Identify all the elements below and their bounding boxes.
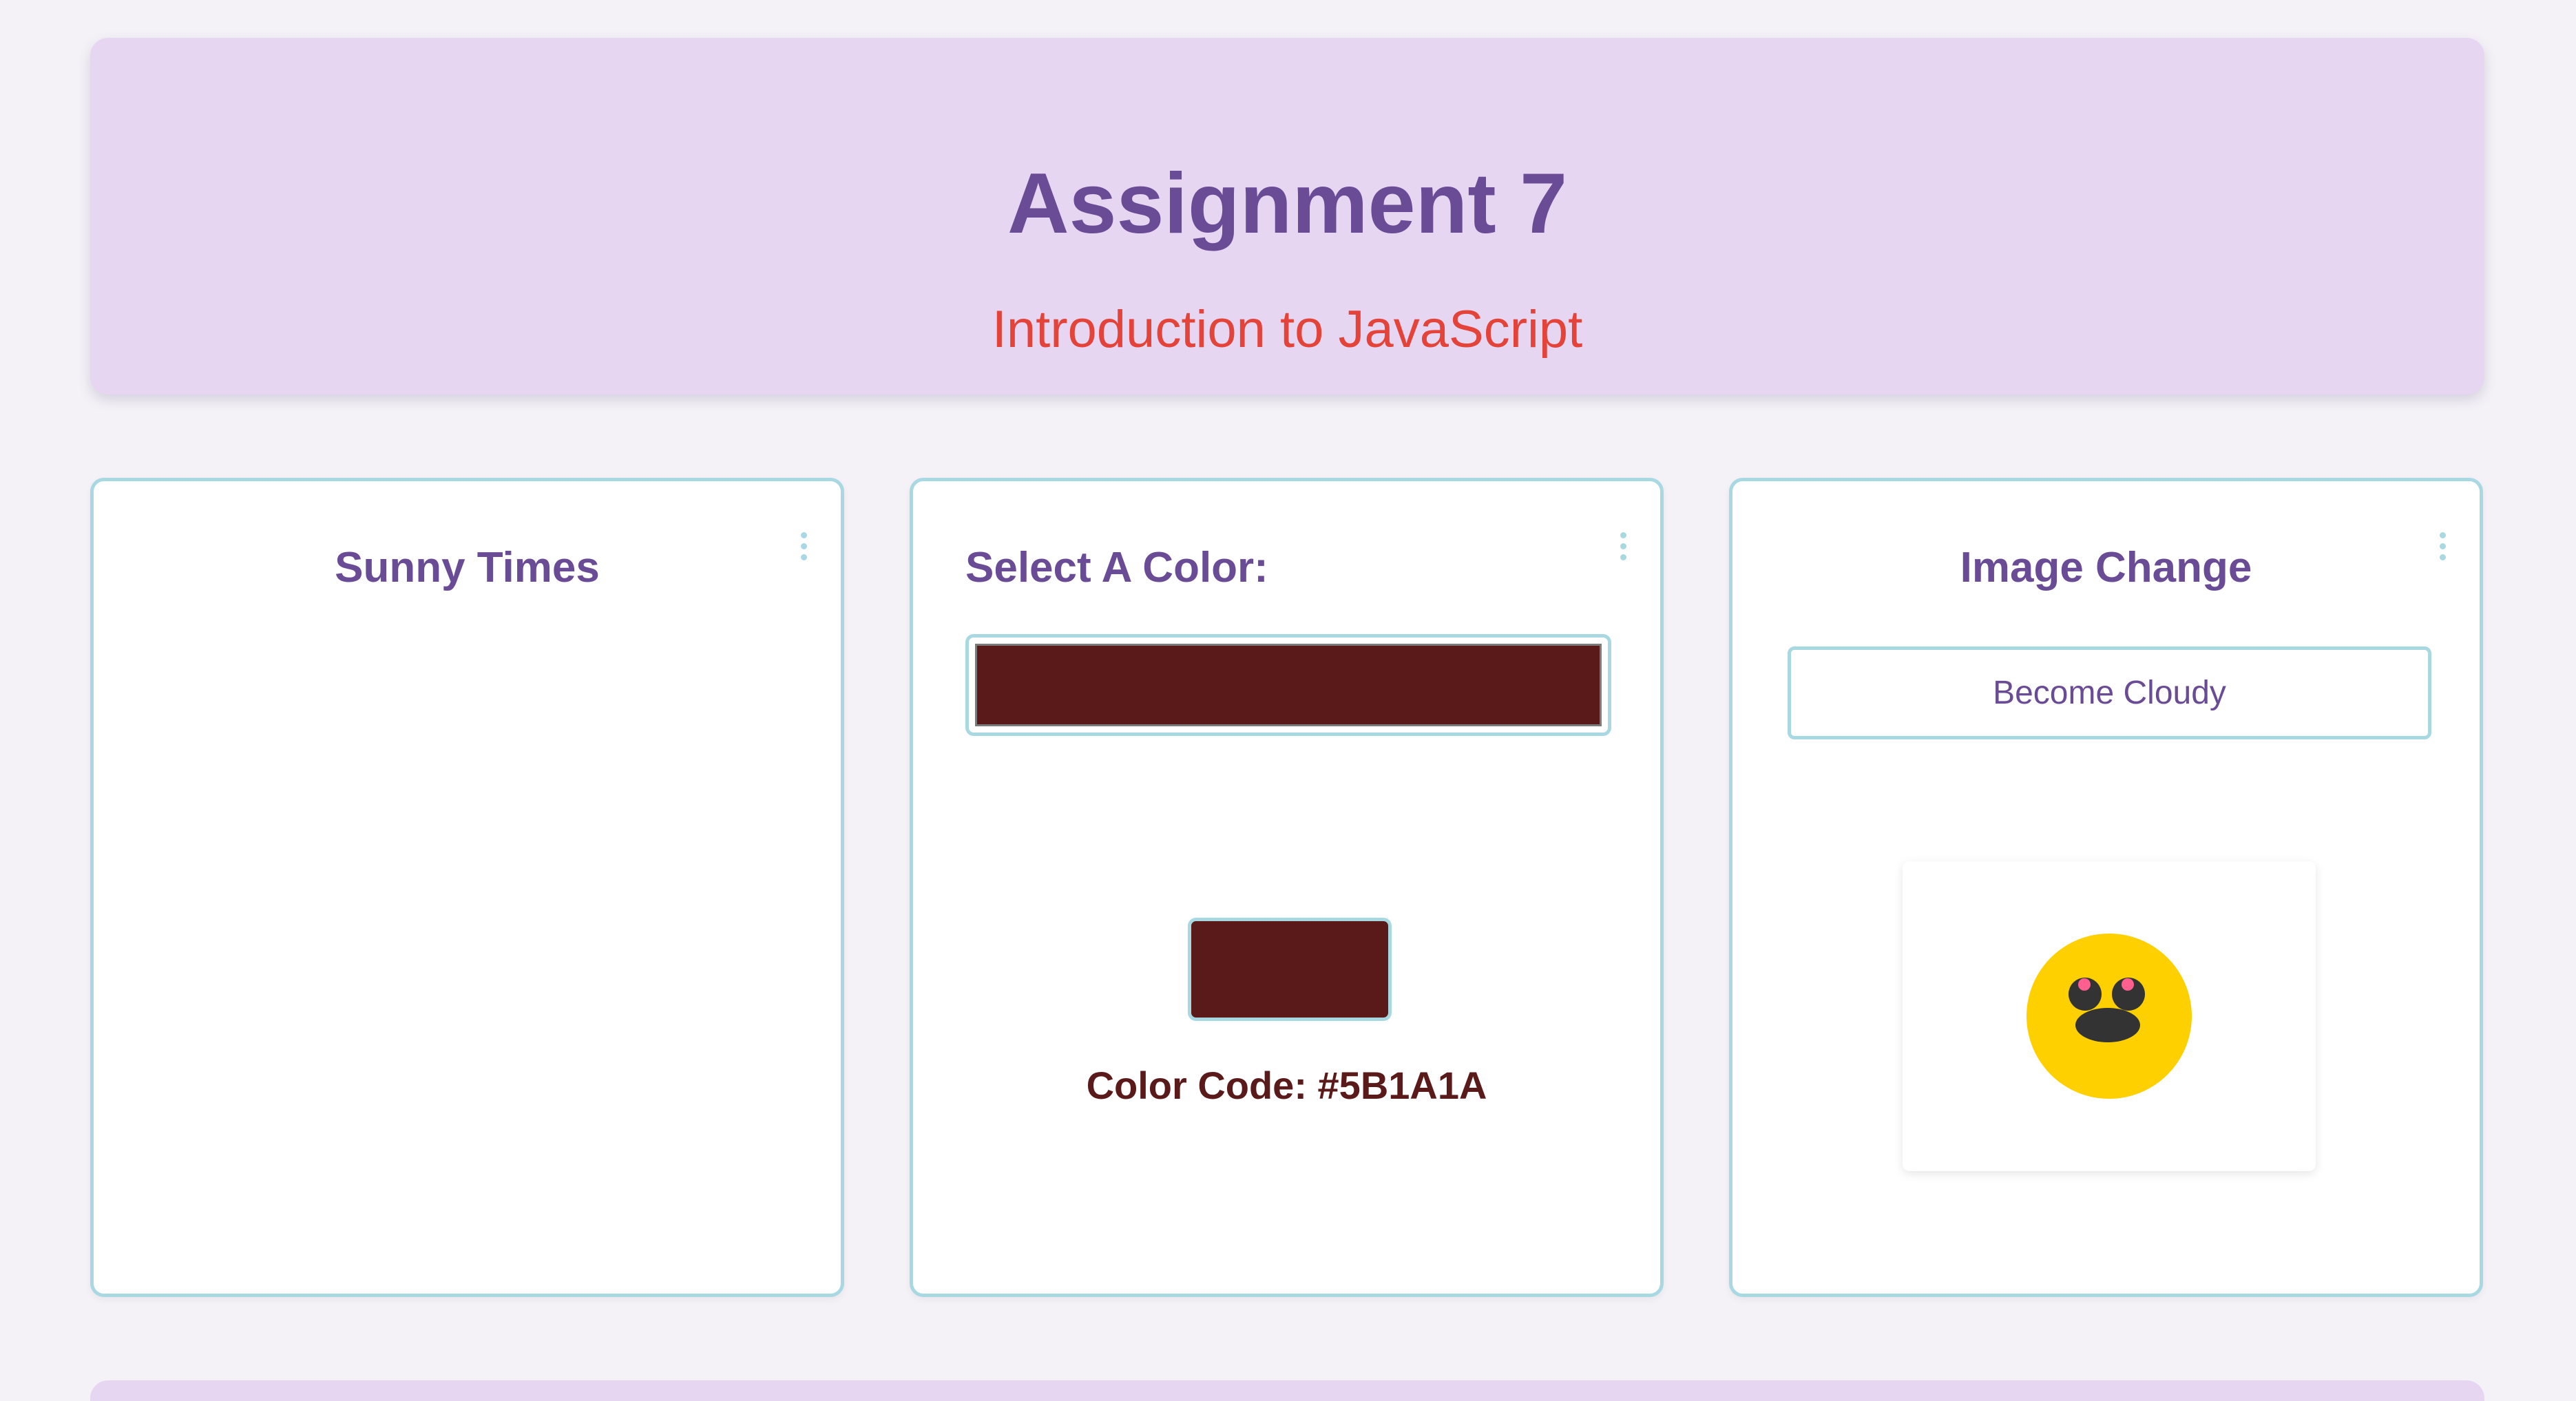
page-header: Assignment 7 Introduction to JavaScript xyxy=(90,38,2484,394)
color-code-label: Color Code: #5B1A1A xyxy=(1086,1064,1487,1107)
color-picker-card: Select A Color: Color Code: #5B1A1A xyxy=(910,478,1664,1297)
card-title: Select A Color: xyxy=(965,544,1268,591)
page-title: Assignment 7 xyxy=(1007,156,1568,251)
color-input[interactable] xyxy=(965,634,1611,736)
card-title: Image Change xyxy=(1960,544,2252,591)
image-change-card: Image Change Become Cloudy xyxy=(1729,478,2483,1297)
image-frame xyxy=(1903,861,2316,1171)
color-swatch xyxy=(1188,918,1392,1021)
color-input-fill xyxy=(975,644,1602,726)
card-title: Sunny Times xyxy=(335,544,600,591)
more-vertical-icon[interactable] xyxy=(1616,532,1630,564)
sunny-times-card: Sunny Times xyxy=(90,478,844,1297)
next-section-edge xyxy=(90,1380,2484,1401)
emoji-face-icon xyxy=(2027,934,2192,1099)
page-subtitle: Introduction to JavaScript xyxy=(992,300,1583,359)
become-cloudy-button[interactable]: Become Cloudy xyxy=(1788,646,2431,739)
